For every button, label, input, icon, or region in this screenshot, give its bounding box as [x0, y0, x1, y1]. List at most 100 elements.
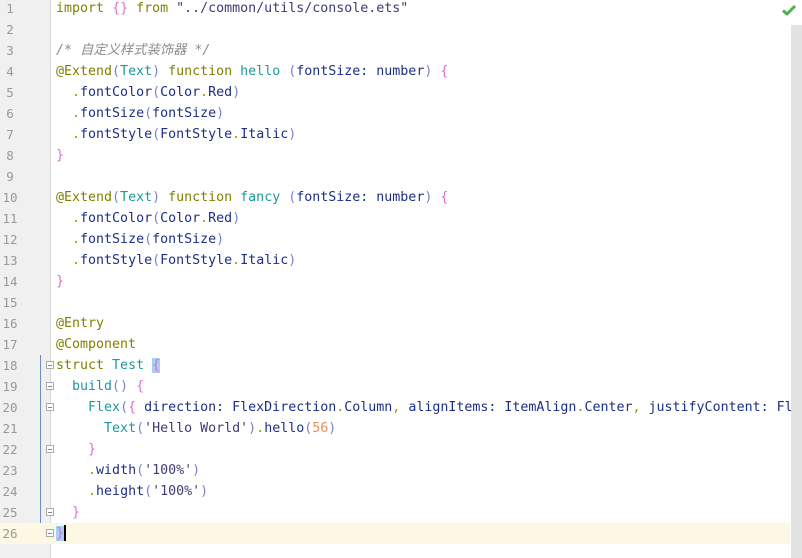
code-line[interactable]: 15 — [0, 292, 790, 313]
fold-marker-icon[interactable] — [46, 508, 54, 516]
code-line[interactable]: 20 Flex({ direction: FlexDirection.Colum… — [0, 397, 800, 418]
code-token: @Extend — [56, 64, 113, 79]
code-line[interactable]: 24 .height('100%') — [0, 481, 790, 502]
code-line[interactable]: 1 import {} from "../common/utils/console… — [0, 0, 790, 19]
code-text: Text('Hello World').hello(56) — [56, 418, 336, 439]
line-number: 9 — [6, 169, 14, 184]
code-token: fontColor — [80, 211, 153, 226]
code-text: .height('100%') — [56, 481, 208, 502]
code-text: @Extend(Text) function fancy (fontSize: … — [56, 187, 448, 208]
code-line[interactable]: 14} — [0, 271, 790, 292]
code-token: } — [56, 274, 65, 289]
code-token: from — [128, 1, 177, 16]
code-token: } — [88, 442, 97, 457]
fold-marker-icon[interactable] — [46, 529, 54, 537]
line-number: 5 — [6, 85, 14, 100]
line-number: 23 — [2, 463, 18, 478]
code-token: } — [72, 505, 81, 520]
code-line[interactable]: 22 } — [0, 439, 790, 460]
line-number: 20 — [2, 400, 18, 415]
check-icon — [782, 4, 797, 16]
code-line[interactable]: 21 Text('Hello World').hello(56) — [0, 418, 790, 439]
code-line[interactable]: 26} — [0, 523, 790, 544]
code-token: ) — [192, 463, 201, 478]
fold-marker-icon[interactable] — [46, 361, 54, 369]
line-number: 6 — [6, 106, 14, 121]
line-number: 19 — [2, 379, 18, 394]
code-token: Center — [584, 400, 633, 415]
code-token: hello — [240, 64, 281, 79]
code-token: . — [200, 211, 209, 226]
line-number: 2 — [6, 22, 14, 37]
line-number: 13 — [2, 253, 18, 268]
code-token: , — [632, 400, 641, 415]
code-line[interactable]: 23 .width('100%') — [0, 460, 790, 481]
code-line[interactable]: 12 .fontSize(fontSize) — [0, 229, 790, 250]
code-editor[interactable]: 1 import {} from "../common/utils/console… — [0, 0, 801, 544]
code-line[interactable]: 6 .fontSize(fontSize) — [0, 103, 790, 124]
code-line[interactable]: 13 .fontStyle(FontStyle.Italic) — [0, 250, 790, 271]
code-token: fontSize — [152, 106, 217, 121]
code-text: @Entry — [56, 313, 104, 334]
code-token: ( — [112, 190, 121, 205]
code-text: } — [56, 145, 64, 166]
code-text: .width('100%') — [56, 460, 200, 481]
code-token: . — [232, 127, 241, 142]
code-token: fancy — [240, 190, 281, 205]
fold-marker-icon[interactable] — [46, 382, 54, 390]
code-token: /* 自定义样式装饰器 */ — [56, 43, 211, 58]
code-token: '100%' — [152, 484, 201, 499]
code-line[interactable]: 7 .fontStyle(FontStyle.Italic) — [0, 124, 790, 145]
code-token: @Entry — [56, 316, 105, 331]
fold-marker-icon[interactable] — [46, 403, 54, 411]
code-token: . — [72, 211, 81, 226]
code-token: Test — [104, 358, 153, 373]
code-token: function — [160, 190, 241, 205]
code-line[interactable]: 17 @Component — [0, 334, 790, 355]
code-text: .fontColor(Color.Red) — [56, 82, 240, 103]
code-token: ( — [152, 85, 161, 100]
code-token: . — [72, 232, 81, 247]
code-token: alignItems: ItemAlign — [400, 400, 577, 415]
vertical-scrollbar[interactable] — [791, 25, 802, 558]
code-line[interactable]: 9 — [0, 166, 790, 187]
code-token: fontColor — [80, 85, 153, 100]
code-token: struct — [56, 358, 105, 373]
code-line[interactable]: 18 struct Test { — [0, 355, 790, 376]
code-token: ) — [288, 253, 297, 268]
code-token: Flex — [88, 400, 121, 415]
code-token: ( — [144, 232, 153, 247]
code-token: . — [88, 463, 97, 478]
text-cursor — [64, 525, 67, 541]
code-line[interactable]: 11 .fontColor(Color.Red) — [0, 208, 790, 229]
code-line[interactable]: 16 @Entry — [0, 313, 790, 334]
line-number: 10 — [2, 190, 18, 205]
code-token: { — [136, 379, 145, 394]
code-line[interactable]: 19 build() { — [0, 376, 790, 397]
code-text: } — [56, 502, 80, 523]
code-token: Text — [120, 190, 153, 205]
code-token: Italic — [240, 253, 289, 268]
code-line[interactable]: 2 — [0, 19, 790, 40]
code-text: .fontStyle(FontStyle.Italic) — [56, 250, 296, 271]
code-token: ( — [136, 463, 145, 478]
code-line[interactable]: 3 /* 自定义样式装饰器 */ — [0, 40, 790, 61]
code-token: . — [72, 106, 81, 121]
code-token: height — [96, 484, 145, 499]
code-token: function — [160, 64, 241, 79]
code-text: } — [56, 439, 96, 460]
code-token: fontStyle — [80, 253, 153, 268]
code-line[interactable]: 4 @Extend(Text) function hello (fontSize:… — [0, 61, 790, 82]
fold-marker-icon[interactable] — [46, 445, 54, 453]
code-token: { — [152, 358, 161, 373]
code-line[interactable]: 25 } — [0, 502, 790, 523]
code-token: { — [440, 190, 449, 205]
code-line[interactable]: 8} — [0, 145, 790, 166]
code-line[interactable]: 10 @Extend(Text) function fancy (fontSize… — [0, 187, 790, 208]
code-token: "../common/utils/console.ets" — [176, 1, 409, 16]
code-line[interactable]: 5 .fontColor(Color.Red) — [0, 82, 790, 103]
